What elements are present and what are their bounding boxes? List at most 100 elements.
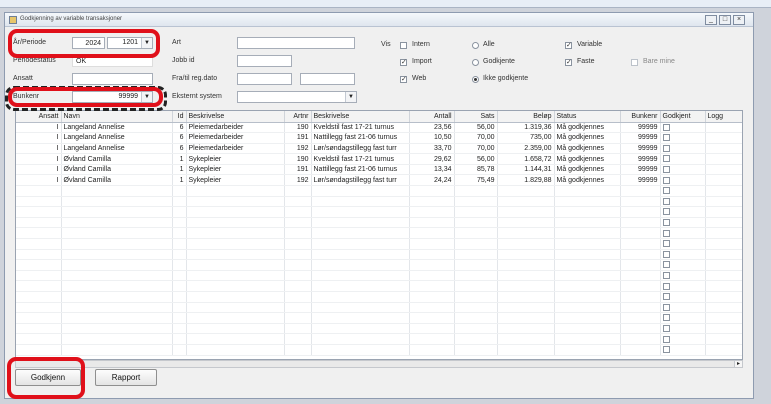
web-checkbox[interactable]: ✓ [400, 76, 407, 83]
cell-empty [454, 270, 498, 282]
cell-empty [454, 302, 498, 314]
cell-empty [705, 227, 742, 240]
godkjent-checkbox[interactable] [662, 208, 670, 216]
godkjent-checkbox[interactable] [662, 218, 670, 226]
cell-empty [311, 323, 410, 335]
bare-mine-checkbox[interactable] [631, 59, 638, 66]
godkjent-checkbox[interactable] [662, 176, 670, 184]
col-ansatt[interactable]: Ansatt [16, 111, 62, 123]
col-belop[interactable]: Beløp [497, 111, 555, 123]
table-row-empty[interactable] [16, 259, 742, 271]
table-row-empty[interactable] [16, 333, 742, 345]
cell-empty [620, 185, 661, 197]
cell-navn: Øvland Camilla [61, 164, 173, 176]
godkjent-checkbox[interactable] [662, 293, 670, 301]
cell-empty [409, 206, 455, 218]
scroll-right-icon[interactable]: ▸ [734, 361, 742, 367]
table-row[interactable]: I Øvland Camilla 1 Sykepleier 191 Nattillegg … [16, 164, 742, 176]
maximize-button[interactable]: □ [719, 15, 731, 25]
col-id[interactable]: Id [172, 111, 187, 123]
col-godkjent[interactable]: Godkjent [660, 111, 706, 123]
import-checkbox[interactable]: ✓ [400, 59, 407, 66]
cell-empty [311, 302, 410, 314]
rapport-button[interactable]: Rapport [95, 369, 157, 386]
col-antall[interactable]: Antall [409, 111, 455, 123]
art-input[interactable] [237, 37, 355, 49]
cell-belop: 2.359,00 [497, 143, 555, 155]
cell-empty [497, 206, 555, 218]
cell-empty [454, 238, 498, 250]
col-logg[interactable]: Logg [705, 111, 742, 123]
cell-empty [620, 217, 661, 229]
godkjent-checkbox[interactable] [662, 197, 670, 205]
col-beskrivelse[interactable]: Beskrivelse [186, 111, 285, 123]
table-row[interactable]: I Langeland Annelise 6 Pleiemedarbeider 192 L… [16, 143, 742, 155]
godkjent-checkbox[interactable] [662, 250, 670, 258]
godkjent-checkbox[interactable] [662, 229, 670, 237]
col-bunkenr[interactable]: Bunkenr [620, 111, 661, 123]
ansatt-input[interactable] [72, 73, 153, 85]
col-art-beskrivelse[interactable]: Beskrivelse [311, 111, 410, 123]
godkjent-checkbox[interactable] [662, 324, 670, 332]
table-row-empty[interactable] [16, 312, 742, 324]
table-row-empty[interactable] [16, 344, 742, 356]
cell-empty [311, 312, 410, 324]
godkjent-checkbox[interactable] [662, 240, 670, 248]
cell-empty [705, 185, 742, 197]
horizontal-scrollbar[interactable]: ▸ [15, 360, 743, 368]
minimize-button[interactable]: _ [705, 15, 717, 25]
table-row-empty[interactable] [16, 270, 742, 282]
table-row-empty[interactable] [16, 196, 742, 208]
table-row-empty[interactable] [16, 280, 742, 292]
godkjent-checkbox[interactable] [662, 303, 670, 311]
fra-dato-input[interactable] [237, 73, 292, 85]
godkjent-checkbox[interactable] [662, 261, 670, 269]
cell-status: Må godkjennes [554, 132, 621, 144]
table-row[interactable]: I Langeland Annelise 6 Pleiemedarbeider 190 K… [16, 122, 742, 134]
table-row[interactable]: I Langeland Annelise 6 Pleiemedarbeider 191 N… [16, 132, 742, 144]
col-artnr[interactable]: Artnr [284, 111, 312, 123]
cell-empty [284, 217, 312, 229]
godkjent-checkbox[interactable] [662, 144, 670, 152]
col-navn[interactable]: Navn [61, 111, 173, 123]
transactions-grid[interactable]: Ansatt Navn Id Beskrivelse Artnr Beskriv… [15, 110, 743, 360]
intern-checkbox[interactable] [400, 42, 407, 49]
table-row-empty[interactable] [16, 302, 742, 314]
col-sats[interactable]: Sats [454, 111, 498, 123]
godkjente-radio[interactable] [472, 59, 479, 66]
til-dato-input[interactable] [300, 73, 355, 85]
col-status[interactable]: Status [554, 111, 621, 123]
godkjent-checkbox[interactable] [662, 123, 670, 131]
faste-checkbox[interactable]: ✓ [565, 59, 572, 66]
table-row-empty[interactable] [16, 227, 742, 240]
table-row[interactable]: I Øvland Camilla 1 Sykepleier 192 Lør/søndags… [16, 174, 742, 187]
close-button[interactable]: × [733, 15, 745, 25]
godkjent-checkbox[interactable] [662, 282, 670, 290]
godkjent-checkbox[interactable] [662, 271, 670, 279]
table-row[interactable]: I Øvland Camilla 1 Sykepleier 190 Kveldstil f… [16, 153, 742, 165]
jobb-id-input[interactable] [237, 55, 292, 67]
table-row-empty[interactable] [16, 249, 742, 261]
variable-checkbox[interactable]: ✓ [565, 42, 572, 49]
godkjent-checkbox[interactable] [662, 335, 670, 343]
table-row-empty[interactable] [16, 238, 742, 250]
table-row-empty[interactable] [16, 323, 742, 335]
table-row-empty[interactable] [16, 291, 742, 303]
godkjent-checkbox[interactable] [662, 134, 670, 142]
cell-antall: 10,50 [409, 132, 455, 144]
godkjent-checkbox[interactable] [662, 155, 670, 163]
cell-empty [554, 259, 621, 271]
godkjent-checkbox[interactable] [662, 187, 670, 195]
cell-ansatt: I [16, 122, 62, 134]
godkjent-checkbox[interactable] [662, 314, 670, 322]
eksternt-system-combo[interactable]: ▼ [237, 91, 357, 103]
table-row-empty[interactable] [16, 185, 742, 197]
godkjent-checkbox[interactable] [662, 166, 670, 173]
chevron-down-icon[interactable]: ▼ [345, 92, 356, 102]
table-row-empty[interactable] [16, 217, 742, 229]
ikke-godkjente-radio[interactable] [472, 76, 479, 83]
cell-beskrivelse: Sykepleier [186, 164, 285, 176]
godkjent-checkbox[interactable] [662, 346, 670, 354]
table-row-empty[interactable] [16, 206, 742, 218]
alle-radio[interactable] [472, 42, 479, 49]
